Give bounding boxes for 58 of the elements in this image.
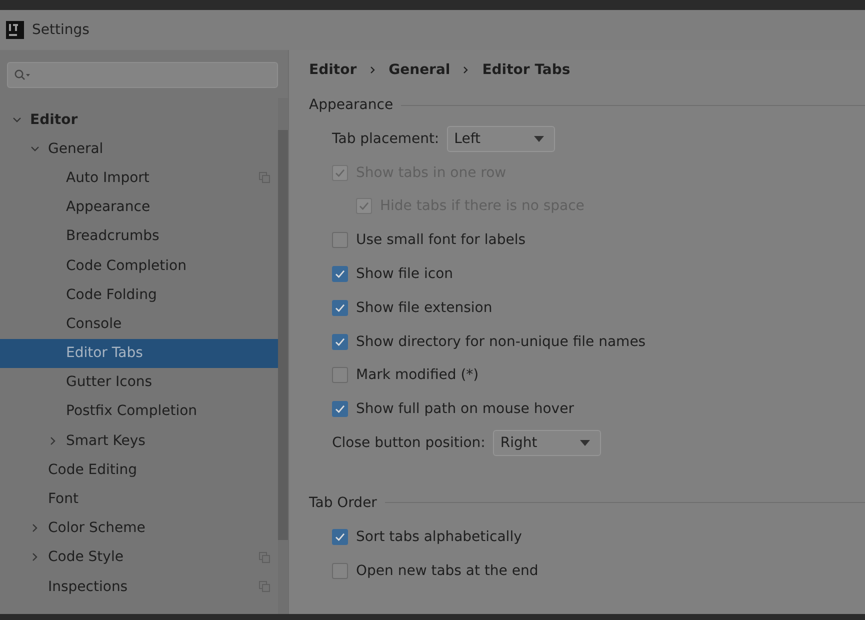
tree-item[interactable]: Console bbox=[0, 309, 278, 338]
checkbox-label[interactable]: Use small font for labels bbox=[356, 232, 526, 248]
checkbox[interactable] bbox=[332, 367, 348, 384]
tree-item[interactable]: Code Style bbox=[0, 542, 278, 572]
scrollbar-thumb[interactable] bbox=[278, 130, 288, 540]
tree-item[interactable]: Inspections bbox=[0, 572, 278, 602]
tree-item[interactable]: Smart Keys bbox=[0, 426, 278, 456]
section-title: Appearance bbox=[309, 97, 394, 113]
field-label: Tab placement: bbox=[332, 130, 440, 147]
checkmark-icon bbox=[358, 200, 370, 212]
checkmark-icon bbox=[334, 302, 346, 314]
checkbox-label[interactable]: Sort tabs alphabetically bbox=[356, 528, 522, 545]
dropdown[interactable]: Right bbox=[493, 430, 602, 456]
window-title: Settings bbox=[32, 22, 90, 38]
checkbox[interactable] bbox=[332, 334, 348, 350]
tree-item[interactable]: Color Scheme bbox=[0, 514, 278, 543]
breadcrumb-item[interactable]: Editor bbox=[309, 62, 357, 78]
tree-item[interactable]: Auto Import bbox=[0, 163, 278, 193]
checkmark-icon bbox=[334, 530, 346, 543]
field-label: Close button position: bbox=[332, 435, 486, 452]
tree-item[interactable]: Gutter Icons bbox=[0, 368, 278, 397]
search-icon bbox=[14, 69, 32, 81]
tree-item[interactable]: Font bbox=[0, 484, 278, 514]
tree-item[interactable]: Code Completion bbox=[0, 250, 278, 280]
checkbox-label[interactable]: Show directory for non-unique file names bbox=[356, 334, 646, 350]
checkmark-icon bbox=[334, 403, 346, 416]
chevron-right-icon bbox=[368, 65, 377, 75]
checkbox-label[interactable]: Mark modified (*) bbox=[356, 367, 479, 384]
checkbox-label[interactable]: Show file extension bbox=[356, 300, 492, 316]
checkbox[interactable] bbox=[332, 232, 348, 248]
dropdown[interactable]: Left bbox=[447, 126, 556, 152]
search-field[interactable] bbox=[7, 62, 278, 88]
checkbox-label[interactable]: Show file icon bbox=[356, 266, 454, 282]
checkbox[interactable] bbox=[332, 562, 348, 579]
tree-item[interactable]: Code Folding bbox=[0, 280, 278, 310]
checkbox[interactable] bbox=[332, 401, 348, 418]
tree-item[interactable]: General bbox=[0, 134, 278, 164]
caret-icon bbox=[580, 440, 590, 446]
checkbox-label[interactable]: Show full path on mouse hover bbox=[356, 401, 574, 418]
checkmark-icon bbox=[334, 166, 346, 179]
tree-item[interactable]: Appearance bbox=[0, 192, 278, 222]
app-logo-icon bbox=[6, 21, 24, 39]
breadcrumb-item[interactable]: Editor Tabs bbox=[482, 62, 570, 78]
tree-item[interactable]: Editor Tabs bbox=[0, 338, 278, 368]
tree-item[interactable]: Postfix Completion bbox=[0, 396, 278, 426]
section-title: Tab Order bbox=[309, 494, 377, 511]
tree-item[interactable]: Editor bbox=[0, 105, 278, 134]
checkbox[interactable] bbox=[332, 528, 348, 545]
checkmark-icon bbox=[334, 336, 346, 348]
checkmark-icon bbox=[334, 268, 346, 280]
tree-item[interactable]: Code Editing bbox=[0, 455, 278, 484]
chevron-right-icon bbox=[462, 65, 470, 75]
checkbox-label[interactable]: Open new tabs at the end bbox=[356, 562, 538, 579]
tree-item[interactable]: Breadcrumbs bbox=[0, 222, 278, 251]
caret-icon bbox=[534, 136, 544, 142]
checkbox[interactable] bbox=[332, 266, 348, 282]
breadcrumb-item[interactable]: General bbox=[388, 62, 450, 78]
checkbox[interactable] bbox=[332, 300, 348, 316]
